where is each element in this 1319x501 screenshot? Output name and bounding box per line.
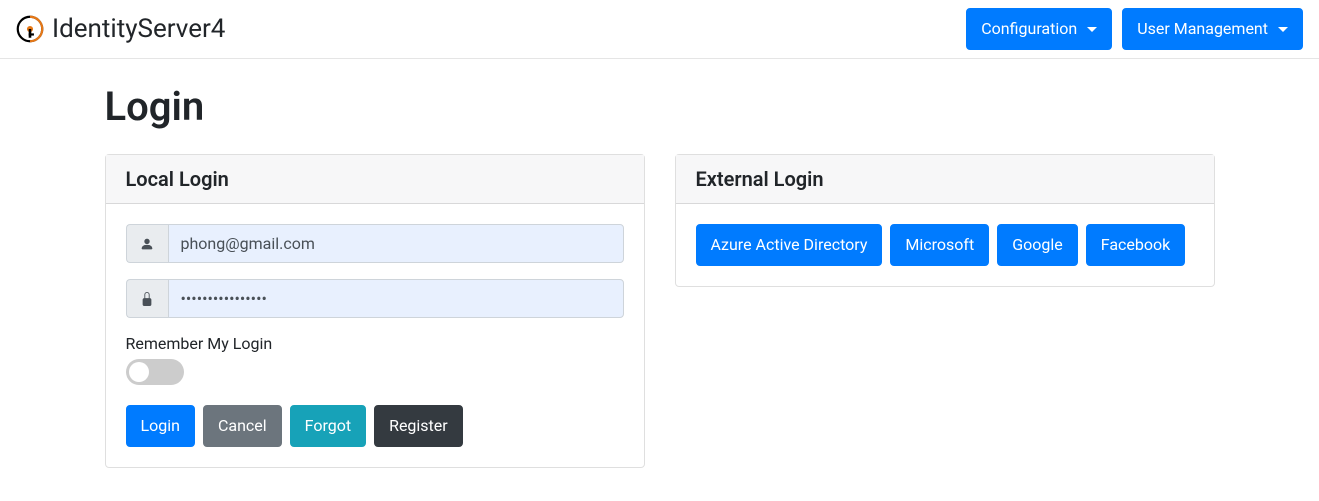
password-group [126, 279, 624, 318]
user-icon [126, 224, 168, 263]
username-group [126, 224, 624, 263]
local-login-header: Local Login [106, 155, 644, 204]
local-login-column: Local Login [90, 154, 660, 484]
user-management-label: User Management [1137, 17, 1268, 41]
external-login-column: External Login Azure Active Directory Mi… [660, 154, 1230, 484]
lock-icon [126, 279, 168, 318]
external-login-body: Azure Active Directory Microsoft Google … [676, 204, 1214, 286]
remember-group: Remember My Login [126, 334, 624, 389]
remember-toggle[interactable] [126, 359, 184, 385]
configuration-dropdown[interactable]: Configuration [966, 8, 1112, 50]
username-input-group [126, 224, 624, 263]
navbar-brand[interactable]: IdentityServer4 [16, 14, 225, 44]
login-button-row: Login Cancel Forgot Register [126, 405, 624, 447]
navbar: IdentityServer4 Configuration User Manag… [0, 0, 1319, 59]
azure-ad-button[interactable]: Azure Active Directory [696, 224, 883, 266]
login-row: Local Login [90, 154, 1230, 484]
external-login-header: External Login [676, 155, 1214, 204]
forgot-button[interactable]: Forgot [290, 405, 366, 447]
navbar-brand-text: IdentityServer4 [52, 14, 225, 44]
main-container: Login Local Login [90, 83, 1230, 484]
microsoft-button[interactable]: Microsoft [890, 224, 989, 266]
google-button[interactable]: Google [997, 224, 1078, 266]
register-button[interactable]: Register [374, 405, 463, 447]
external-login-card: External Login Azure Active Directory Mi… [675, 154, 1215, 287]
password-input[interactable] [168, 279, 624, 318]
facebook-button[interactable]: Facebook [1086, 224, 1185, 266]
login-button[interactable]: Login [126, 405, 195, 447]
navbar-nav: Configuration User Management [966, 8, 1303, 50]
external-providers-row: Azure Active Directory Microsoft Google … [696, 224, 1194, 266]
user-management-dropdown[interactable]: User Management [1122, 8, 1303, 50]
username-input[interactable] [168, 224, 624, 263]
local-login-body: Remember My Login Login Cancel Forgot Re… [106, 204, 644, 467]
configuration-label: Configuration [981, 17, 1077, 41]
remember-label: Remember My Login [126, 334, 624, 353]
local-login-card: Local Login [105, 154, 645, 468]
page-title: Login [105, 83, 1215, 130]
identityserver-logo-icon [16, 15, 44, 43]
password-input-group [126, 279, 624, 318]
cancel-button[interactable]: Cancel [203, 405, 282, 447]
